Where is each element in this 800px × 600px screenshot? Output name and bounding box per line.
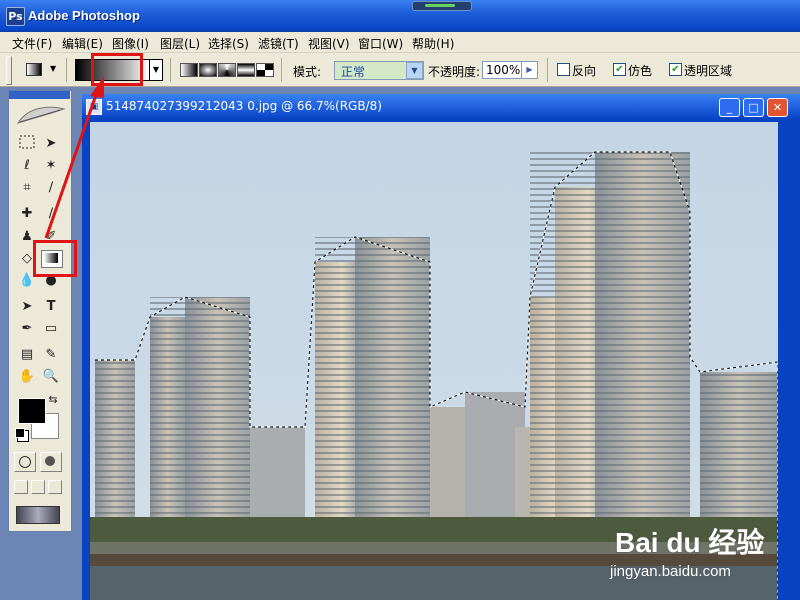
annotation-arrow xyxy=(44,76,104,239)
